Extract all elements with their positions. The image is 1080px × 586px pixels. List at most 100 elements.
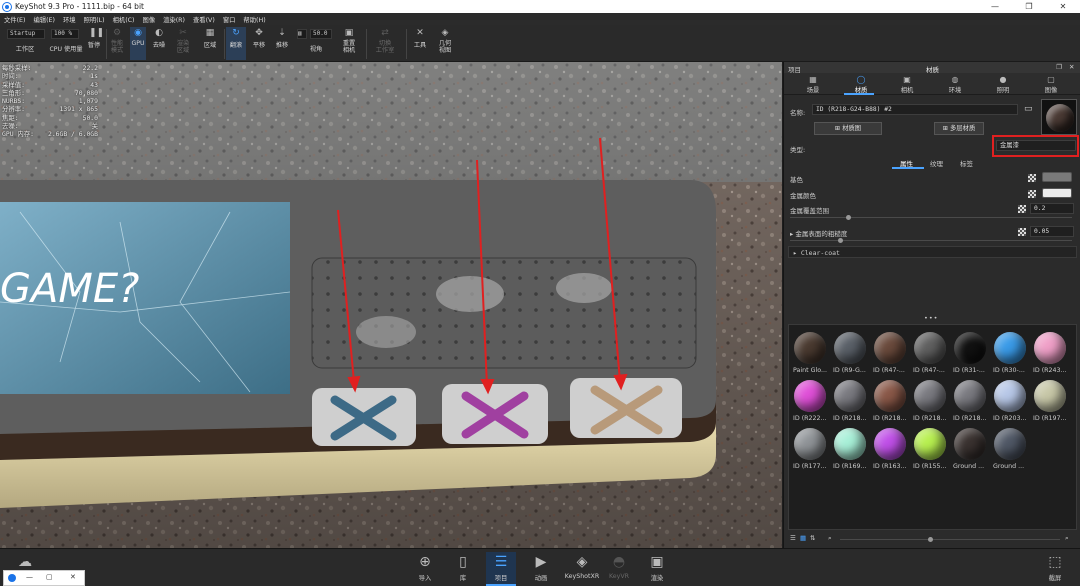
panel-close-icon[interactable]: ✕ bbox=[1069, 63, 1074, 71]
tab-camera[interactable]: ▣ 相机 bbox=[892, 75, 922, 94]
menu-help[interactable]: 帮助(H) bbox=[239, 15, 269, 24]
keyvr-button[interactable]: ◓ KeyVR bbox=[604, 552, 634, 580]
clear-coat-section[interactable]: ▸ Clear-coat bbox=[788, 246, 1077, 258]
texture-icon[interactable] bbox=[1018, 205, 1026, 213]
menu-view[interactable]: 查看(V) bbox=[189, 15, 219, 24]
import-button[interactable]: ⊕ 导入 bbox=[410, 552, 440, 582]
menu-render[interactable]: 渲染(R) bbox=[159, 15, 189, 24]
cpu-usage-select[interactable]: 100 % bbox=[51, 29, 79, 39]
fov-input[interactable]: 50.0 bbox=[310, 29, 332, 39]
material-thumbnail[interactable]: ID (R155... bbox=[911, 425, 951, 473]
metal-roughness-knob[interactable] bbox=[838, 238, 843, 243]
menu-window[interactable]: 窗口 bbox=[219, 15, 240, 24]
material-thumbnail[interactable]: ID (R243... bbox=[1031, 329, 1071, 377]
floating-window-tray[interactable]: — ▢ ✕ bbox=[3, 570, 85, 586]
project-button[interactable]: ☰ 项目 bbox=[486, 552, 516, 586]
multi-material-button[interactable]: ⊞ 多层材质 bbox=[934, 122, 984, 135]
material-name-input[interactable]: ID (R218-G24-B88) #2 bbox=[812, 104, 1018, 115]
tools-button[interactable]: ✕ 工具 bbox=[410, 27, 430, 49]
splitter-handle[interactable]: ••• bbox=[924, 314, 939, 322]
denoise-button[interactable]: ◐ 去噪 bbox=[150, 27, 168, 49]
material-type-select[interactable]: 金属漆 bbox=[996, 140, 1076, 151]
material-thumbnail[interactable]: ID (R203... bbox=[991, 377, 1031, 425]
maximize-button[interactable]: ❐ bbox=[1012, 0, 1046, 13]
metal-roughness-slider[interactable] bbox=[790, 240, 1072, 241]
material-thumbnail[interactable]: ID (R222... bbox=[791, 377, 831, 425]
workspace-button[interactable]: 工作区 bbox=[10, 44, 40, 53]
dolly-button[interactable]: ⇣ 推移 bbox=[272, 27, 292, 49]
material-thumbnail[interactable]: ID (R47-... bbox=[871, 329, 911, 377]
tray-maximize-icon[interactable]: ▢ bbox=[46, 573, 53, 581]
material-thumbnail[interactable]: Paint Glo... bbox=[791, 329, 831, 377]
material-thumbnail[interactable]: ID (R169... bbox=[831, 425, 871, 473]
pan-button[interactable]: ✥ 平移 bbox=[249, 27, 269, 49]
switch-studio-button[interactable]: ⇄ 切换 工作室 bbox=[372, 27, 398, 54]
performance-mode-button[interactable]: ⚙ 性能 模式 bbox=[108, 27, 126, 54]
material-thumbnail[interactable]: Ground ... bbox=[991, 425, 1031, 473]
tumble-button[interactable]: ↻ 翻滚 bbox=[226, 27, 246, 60]
view-angle-button[interactable]: 视角 bbox=[304, 44, 328, 53]
material-thumbnail[interactable]: ID (R163... bbox=[871, 425, 911, 473]
material-thumbnail[interactable]: ID (R47-... bbox=[911, 329, 951, 377]
sort-icon[interactable]: ⇅ bbox=[810, 534, 815, 542]
animation-button[interactable]: ▶ 动画 bbox=[526, 552, 556, 582]
keyshotxr-button[interactable]: ◈ KeyShotXR bbox=[564, 552, 600, 580]
gpu-toggle[interactable]: ◉ GPU bbox=[130, 27, 146, 60]
grid-view-icon[interactable]: ▦ bbox=[800, 534, 806, 542]
subtab-labels[interactable]: 标签 bbox=[960, 158, 973, 168]
minimize-button[interactable]: — bbox=[978, 0, 1012, 13]
menu-lighting[interactable]: 照明(L) bbox=[80, 15, 109, 24]
geometry-view-button[interactable]: ◈ 几何 视图 bbox=[434, 27, 456, 54]
material-graph-button[interactable]: ⊞ 材质图 bbox=[814, 122, 882, 135]
menu-edit[interactable]: 编辑(E) bbox=[30, 15, 60, 24]
save-icon[interactable]: ▭ bbox=[1024, 104, 1033, 114]
metal-coverage-input[interactable]: 0.2 bbox=[1030, 203, 1074, 214]
material-thumbnail[interactable]: ID (R197... bbox=[1031, 377, 1071, 425]
metal-color-swatch[interactable] bbox=[1042, 188, 1072, 198]
workspace-select[interactable]: Startup bbox=[7, 29, 45, 39]
tab-environment[interactable]: ◍ 环境 bbox=[940, 75, 970, 94]
metal-coverage-slider[interactable] bbox=[790, 217, 1072, 218]
material-thumbnail[interactable]: ID (R177... bbox=[791, 425, 831, 473]
tab-scene[interactable]: ▦ 场景 bbox=[798, 75, 828, 94]
list-view-icon[interactable]: ☰ bbox=[790, 534, 796, 542]
menu-image[interactable]: 图像 bbox=[139, 15, 160, 24]
base-color-swatch[interactable] bbox=[1042, 172, 1072, 182]
material-thumbnail[interactable]: ID (R31-... bbox=[951, 329, 991, 377]
metal-coverage-knob[interactable] bbox=[846, 215, 851, 220]
material-preview[interactable] bbox=[1041, 99, 1077, 135]
material-thumbnail[interactable]: ID (R218... bbox=[951, 377, 991, 425]
menu-camera[interactable]: 相机(C) bbox=[109, 15, 139, 24]
metal-roughness-input[interactable]: 0.05 bbox=[1030, 226, 1074, 237]
region-button[interactable]: ▦ 区域 bbox=[199, 27, 221, 49]
material-thumbnail[interactable]: ID (R218... bbox=[831, 377, 871, 425]
menu-environment[interactable]: 环境 bbox=[59, 15, 80, 24]
material-thumbnail[interactable]: ID (R218... bbox=[871, 377, 911, 425]
render-region-button[interactable]: ✂ 渲染 区域 bbox=[172, 27, 194, 54]
library-button[interactable]: ▯ 库 bbox=[448, 552, 478, 582]
subtab-texture[interactable]: 纹理 bbox=[930, 158, 943, 168]
thumbnail-size-knob[interactable] bbox=[928, 537, 933, 542]
material-thumbnail[interactable]: ID (R9-G... bbox=[831, 329, 871, 377]
tray-minimize-icon[interactable]: — bbox=[26, 573, 33, 581]
tab-material[interactable]: ◯ 材质 bbox=[846, 75, 876, 94]
cpu-usage-button[interactable]: CPU 使用量 bbox=[48, 44, 84, 53]
material-thumbnail[interactable]: ID (R30-... bbox=[991, 329, 1031, 377]
texture-icon[interactable] bbox=[1018, 228, 1026, 236]
tab-image[interactable]: ▢ 图像 bbox=[1036, 75, 1066, 94]
zoom-out-icon[interactable]: ⌕ bbox=[828, 534, 832, 543]
texture-icon[interactable] bbox=[1028, 174, 1036, 182]
render-viewport[interactable]: GAME? 每秒采样: 22.2 时间: 1s 采样值: 43 三角形: 70,080 NURB… bbox=[0, 62, 782, 548]
tab-lighting[interactable]: ● 照明 bbox=[988, 75, 1018, 94]
tray-close-icon[interactable]: ✕ bbox=[70, 573, 76, 581]
zoom-in-icon[interactable]: ⌕ bbox=[1065, 534, 1069, 543]
material-thumbnail[interactable]: Ground ... bbox=[951, 425, 991, 473]
undock-icon[interactable]: ❐ bbox=[1056, 63, 1062, 71]
texture-icon[interactable] bbox=[1028, 190, 1036, 198]
menu-file[interactable]: 文件(E) bbox=[0, 15, 30, 24]
screenshot-button[interactable]: ⬚ 截屏 bbox=[1040, 552, 1070, 582]
render-button[interactable]: ▣ 渲染 bbox=[642, 552, 672, 582]
thumbnail-size-slider[interactable] bbox=[840, 539, 1060, 540]
reset-camera-button[interactable]: ▣ 重置 相机 bbox=[338, 27, 360, 54]
material-thumbnail[interactable]: ID (R218... bbox=[911, 377, 951, 425]
